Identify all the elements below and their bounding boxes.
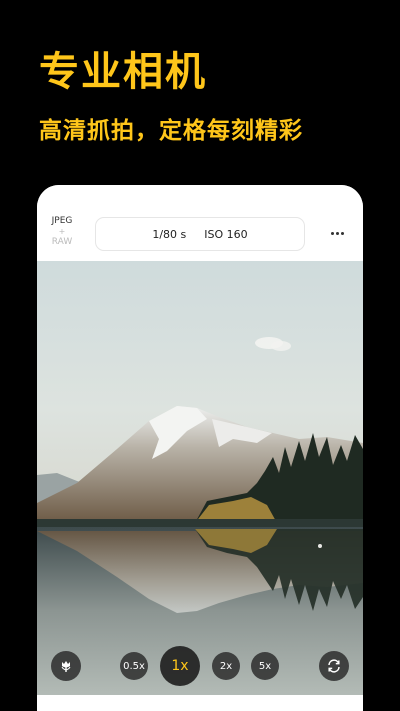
more-options-button[interactable] <box>325 223 349 243</box>
more-dots-icon <box>330 231 344 235</box>
switch-camera-button[interactable] <box>319 651 349 681</box>
promo-headline: 专业相机 <box>39 49 207 95</box>
promo-subline: 高清抓拍，定格每刻精彩 <box>39 118 303 144</box>
macro-mode-button[interactable] <box>51 651 81 681</box>
viewfinder-landscape-image <box>37 261 363 695</box>
zoom-option-1x-selected[interactable]: 1x <box>160 646 200 686</box>
zoom-option-2x[interactable]: 2x <box>212 652 240 680</box>
shutter-speed-value: 1/80 s <box>152 227 187 241</box>
format-secondary-label: RAW <box>51 237 73 247</box>
format-plus-label: + <box>58 227 66 236</box>
camera-bottom-strip <box>37 695 363 711</box>
format-toggle[interactable]: JPEG + RAW <box>49 215 75 248</box>
promo-screen: 专业相机 高清抓拍，定格每刻精彩 JPEG + RAW 1/80 s ISO 1… <box>0 0 400 711</box>
iso-value: ISO 160 <box>204 227 248 241</box>
camera-top-bar: JPEG + RAW 1/80 s ISO 160 <box>37 185 363 261</box>
zoom-option-5x[interactable]: 5x <box>251 652 279 680</box>
phone-mockup: JPEG + RAW 1/80 s ISO 160 0.5x 1x 2x 5x <box>37 185 363 711</box>
tulip-macro-icon <box>59 659 73 673</box>
exposure-info-pill[interactable]: 1/80 s ISO 160 <box>95 217 305 251</box>
zoom-option-0-5x[interactable]: 0.5x <box>120 652 148 680</box>
format-primary-label: JPEG <box>51 216 73 226</box>
switch-camera-icon <box>326 658 342 674</box>
camera-viewfinder[interactable] <box>37 261 363 695</box>
